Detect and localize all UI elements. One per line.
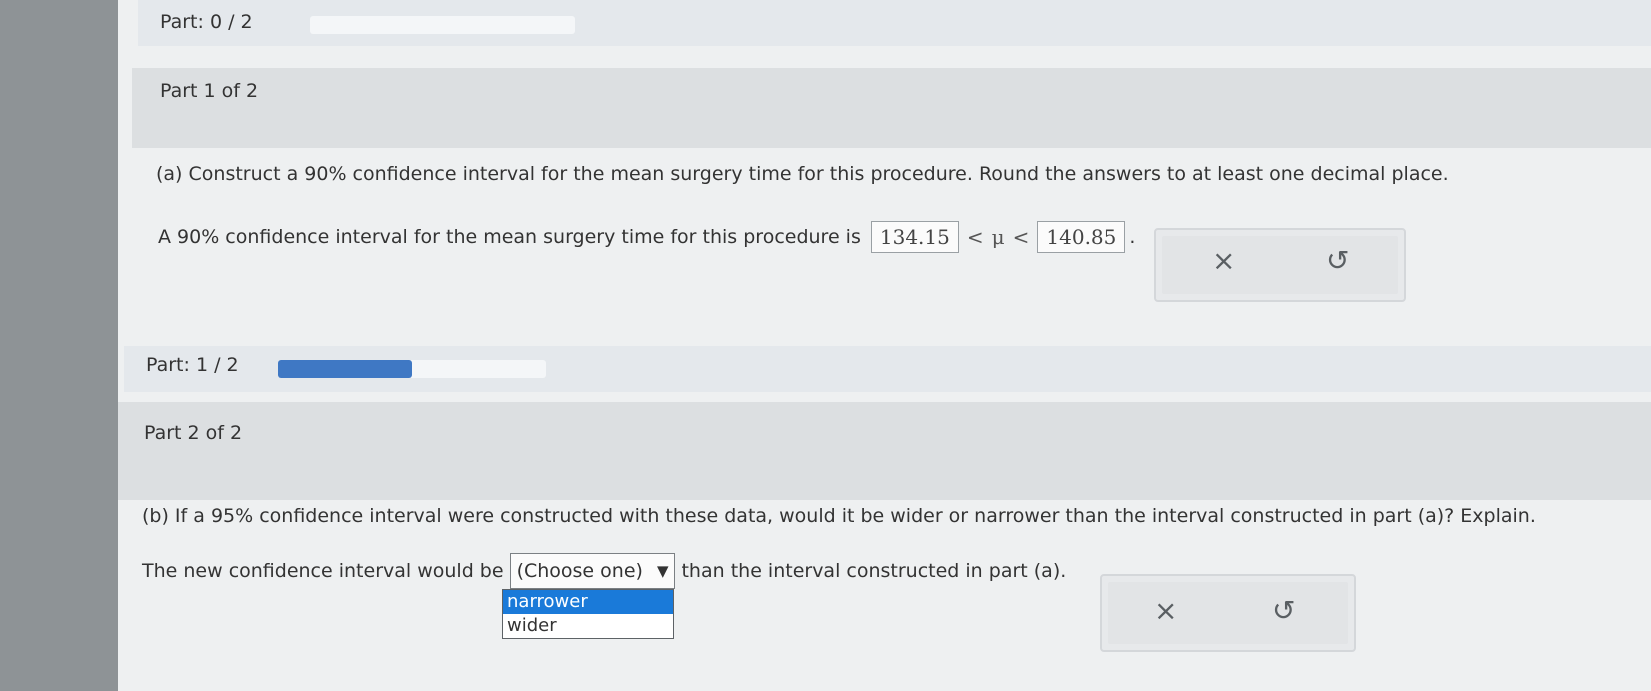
part-progress-bar [278, 360, 546, 378]
less-than-symbol: < [1012, 225, 1030, 249]
assignment-panel: Part: 0 / 2 Part 1 of 2 (a) Construct a … [118, 0, 1651, 691]
part-1-title: Part 1 of 2 [160, 80, 259, 102]
part-2-answer-line: The new confidence interval would be (Ch… [142, 553, 1066, 589]
option-wider[interactable]: wider [503, 614, 673, 638]
part-2-answer-prefix: The new confidence interval would be [142, 560, 504, 582]
screen-left-margin [0, 0, 118, 691]
part-progress-row-1: Part: 0 / 2 [138, 0, 1651, 46]
part-2-question: (b) If a 95% confidence interval were co… [142, 505, 1536, 527]
upper-bound-input[interactable]: 140.85 [1037, 221, 1126, 253]
part-2-header: Part 2 of 2 [118, 402, 1651, 500]
undo-icon[interactable]: ↺ [1326, 244, 1349, 277]
part-1-header: Part 1 of 2 [132, 68, 1651, 148]
part-1-answer-prefix: A 90% confidence interval for the mean s… [158, 226, 861, 248]
part-2-answer-suffix: than the interval constructed in part (a… [681, 560, 1067, 582]
part-progress-fill [278, 360, 412, 378]
part-progress-label: Part: 1 / 2 [146, 354, 239, 376]
clear-icon[interactable]: × [1154, 594, 1177, 627]
part-1-question: (a) Construct a 90% confidence interval … [156, 163, 1449, 185]
chevron-down-icon: ▼ [656, 562, 669, 580]
undo-icon[interactable]: ↺ [1272, 594, 1295, 627]
part-progress-row-2: Part: 1 / 2 [124, 346, 1651, 392]
part-progress-bar [310, 16, 575, 34]
part-1-action-box: × ↺ [1154, 228, 1406, 302]
select-dropdown-list: narrower wider [502, 589, 674, 639]
part-2-title: Part 2 of 2 [144, 422, 243, 444]
answer-period: . [1129, 226, 1136, 248]
less-than-symbol: < [966, 225, 984, 249]
wider-narrower-select[interactable]: (Choose one) ▼ [509, 553, 676, 589]
part-1-answer-line: A 90% confidence interval for the mean s… [158, 221, 1135, 253]
lower-bound-input[interactable]: 134.15 [870, 221, 959, 253]
clear-icon[interactable]: × [1212, 244, 1235, 277]
part-2-action-box: × ↺ [1100, 574, 1356, 652]
mu-symbol: μ [991, 225, 1005, 249]
part-progress-label: Part: 0 / 2 [160, 11, 253, 33]
option-narrower[interactable]: narrower [503, 590, 673, 614]
select-value: (Choose one) [516, 560, 643, 582]
